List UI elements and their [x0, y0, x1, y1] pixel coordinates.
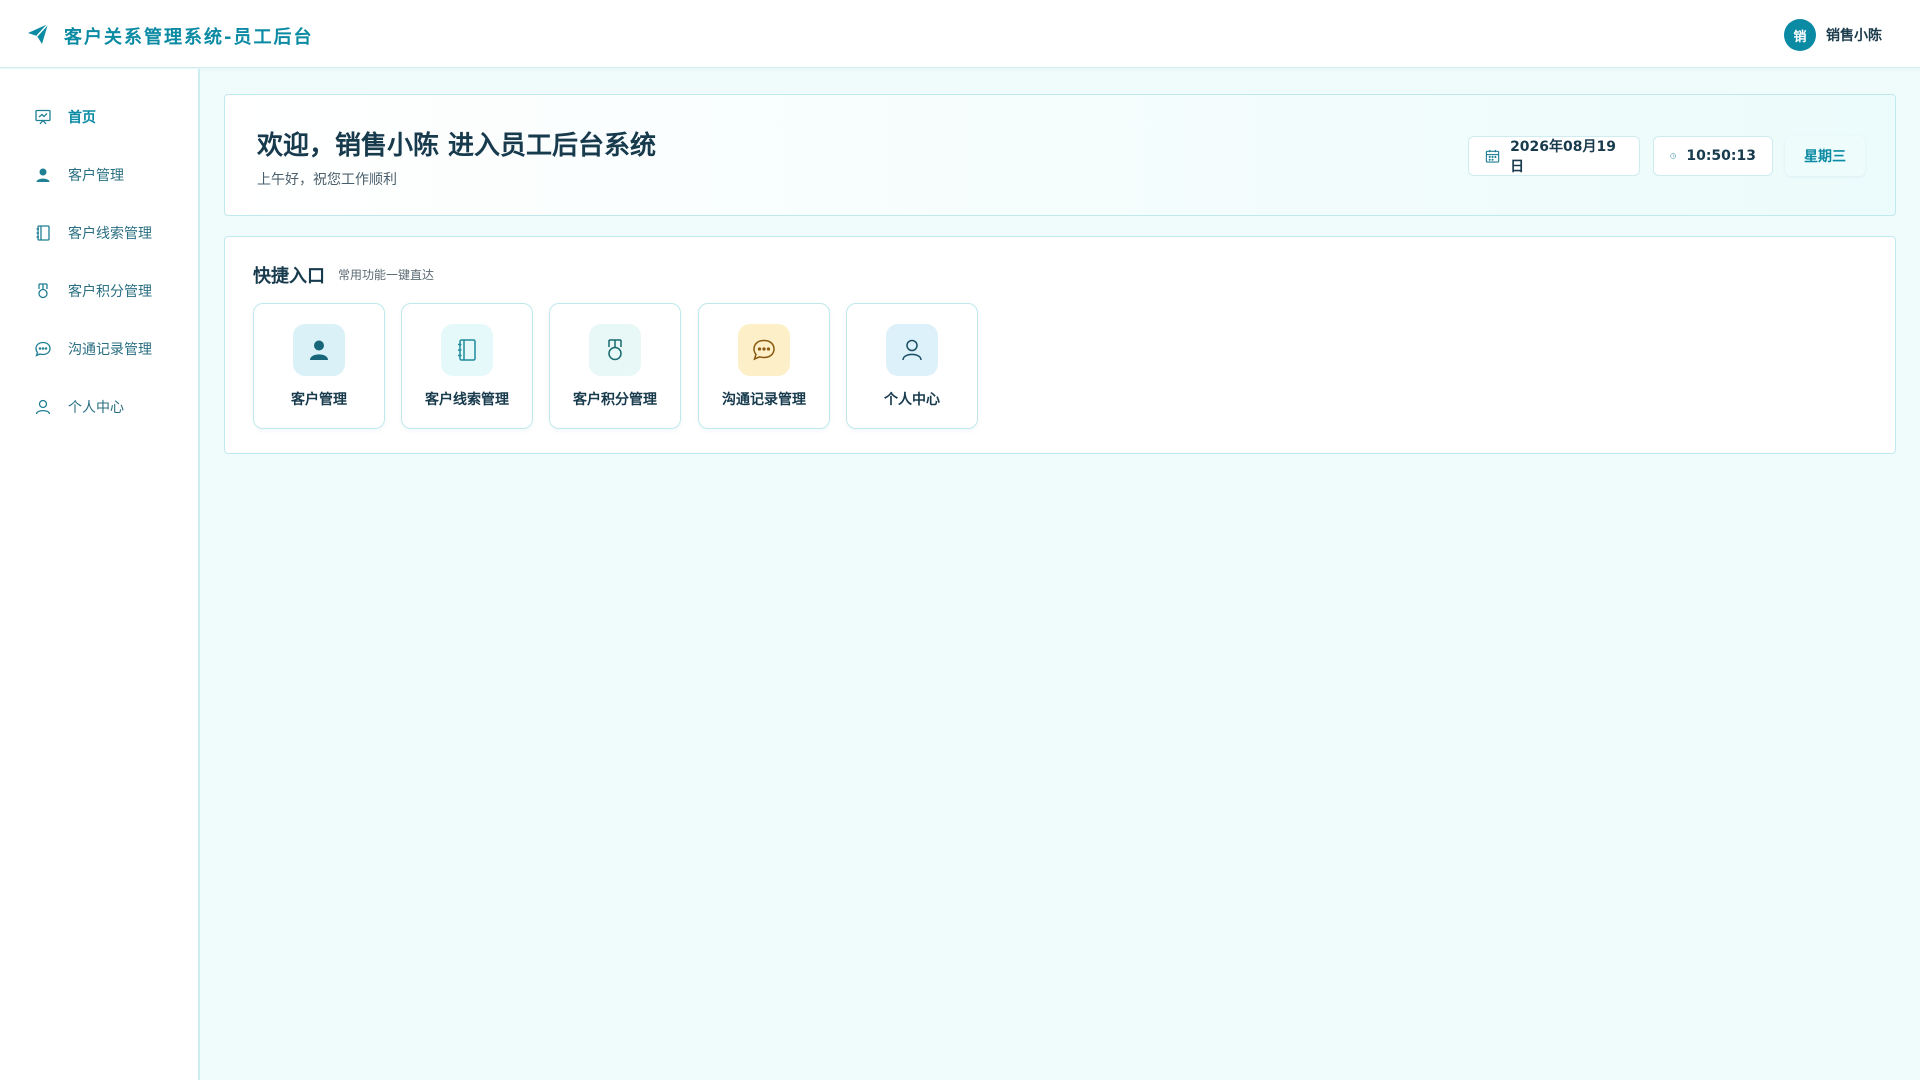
quick-entry-title: 快捷入口	[253, 266, 325, 287]
quick-tile-profile[interactable]: 个人中心	[846, 303, 978, 429]
paper-plane-icon	[26, 22, 50, 50]
tile-label: 客户积分管理	[573, 392, 657, 408]
sidebar-item-label: 客户线索管理	[68, 226, 152, 242]
quick-tile-leads[interactable]: 客户线索管理	[401, 303, 533, 429]
quick-entry-card: 快捷入口 常用功能一键直达 客户管理 客户线索管理 客户积分管理 沟通记录管理 …	[224, 236, 1896, 454]
user-solid-icon	[310, 340, 328, 360]
chat-bubble-icon	[753, 339, 775, 361]
app-title: 客户关系管理系统-员工后台	[64, 27, 314, 48]
welcome-subtitle: 上午好，祝您工作顺利	[257, 172, 397, 188]
notebook-icon	[34, 224, 52, 242]
tile-label: 客户线索管理	[425, 392, 509, 408]
chat-bubble-icon	[34, 340, 52, 358]
sidebar-item-leads[interactable]: 客户线索管理	[34, 221, 152, 245]
weekday-text: 星期三	[1804, 149, 1846, 165]
tile-icon-bg	[293, 324, 345, 376]
quick-tile-customers[interactable]: 客户管理	[253, 303, 385, 429]
time-text: 10:50:13	[1686, 148, 1756, 164]
tile-icon-bg	[441, 324, 493, 376]
quick-tile-points[interactable]: 客户积分管理	[549, 303, 681, 429]
top-header: 客户关系管理系统-员工后台 销 销售小陈	[0, 0, 1920, 68]
user-name[interactable]: 销售小陈	[1826, 25, 1882, 45]
quick-tile-communication[interactable]: 沟通记录管理	[698, 303, 830, 429]
sidebar: 首页 客户管理 客户线索管理 客户积分管理 沟通记录管理 个人中心	[0, 69, 200, 1080]
calendar-icon	[1485, 149, 1500, 163]
user-outline-icon	[34, 398, 52, 416]
date-text: 2026年08月19日	[1510, 139, 1616, 175]
sidebar-item-label: 首页	[68, 110, 96, 126]
brand[interactable]: 客户关系管理系统-员工后台	[26, 22, 313, 50]
user-solid-icon	[34, 166, 52, 184]
sidebar-item-profile[interactable]: 个人中心	[34, 395, 124, 419]
notebook-icon	[458, 339, 476, 361]
welcome-title: 欢迎，销售小陈 进入员工后台系统	[257, 131, 657, 161]
user-menu[interactable]: 销 销售小陈	[1784, 19, 1882, 51]
time-badge: 10:50:13	[1653, 136, 1773, 176]
weekday-badge: 星期三	[1785, 136, 1865, 176]
medal-icon	[608, 339, 622, 361]
quick-entry-subtitle: 常用功能一键直达	[338, 268, 435, 282]
tile-icon-bg	[738, 324, 790, 376]
tile-label: 客户管理	[291, 392, 347, 408]
date-badge: 2026年08月19日	[1468, 136, 1640, 176]
sidebar-item-communication[interactable]: 沟通记录管理	[34, 337, 152, 361]
tile-icon-bg	[589, 324, 641, 376]
medal-icon	[34, 282, 52, 300]
chart-board-icon	[34, 108, 52, 126]
tile-label: 沟通记录管理	[722, 392, 806, 408]
sidebar-item-home[interactable]: 首页	[34, 105, 96, 129]
user-outline-icon	[902, 339, 922, 361]
tile-label: 个人中心	[884, 392, 940, 408]
avatar[interactable]: 销	[1784, 19, 1816, 51]
sidebar-item-points[interactable]: 客户积分管理	[34, 279, 152, 303]
sidebar-item-label: 客户积分管理	[68, 284, 152, 300]
welcome-card: 欢迎，销售小陈 进入员工后台系统 上午好，祝您工作顺利 2026年08月19日 …	[224, 94, 1896, 216]
sidebar-item-label: 个人中心	[68, 400, 124, 416]
sidebar-item-label: 客户管理	[68, 168, 124, 184]
sidebar-item-customers[interactable]: 客户管理	[34, 163, 124, 187]
tile-icon-bg	[886, 324, 938, 376]
sidebar-item-label: 沟通记录管理	[68, 342, 152, 358]
clock-icon	[1670, 153, 1676, 159]
